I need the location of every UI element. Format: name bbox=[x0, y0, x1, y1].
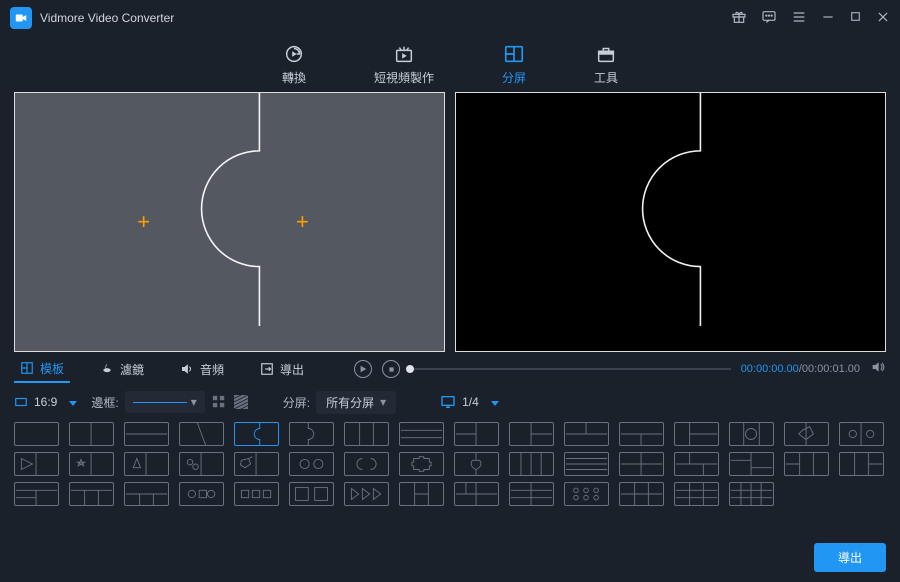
export-button[interactable]: 導出 bbox=[814, 543, 886, 572]
bottom-tabs: 模板 濾鏡 音頻 導出 00:00:00.00/00:00:01.00 bbox=[0, 352, 900, 384]
template-item[interactable] bbox=[784, 422, 829, 446]
preview-canvas bbox=[455, 92, 886, 352]
template-item[interactable] bbox=[344, 422, 389, 446]
template-item[interactable] bbox=[69, 482, 114, 506]
template-item[interactable] bbox=[454, 422, 499, 446]
close-icon[interactable] bbox=[876, 10, 890, 27]
titlebar: Vidmore Video Converter bbox=[0, 0, 900, 36]
border-label: 邊框: bbox=[91, 394, 118, 411]
nav-mv[interactable]: 短視頻製作 bbox=[364, 39, 444, 90]
split-filter-selector[interactable]: 所有分屏▾ bbox=[316, 391, 396, 414]
template-item[interactable] bbox=[839, 452, 884, 476]
template-item[interactable] bbox=[399, 482, 444, 506]
tab-filter-label: 濾鏡 bbox=[120, 361, 144, 378]
template-item[interactable] bbox=[784, 452, 829, 476]
template-item[interactable] bbox=[124, 482, 169, 506]
template-item[interactable] bbox=[344, 452, 389, 476]
gift-icon[interactable] bbox=[731, 9, 747, 28]
nav-toolbox[interactable]: 工具 bbox=[584, 39, 628, 90]
border-pattern-icon[interactable] bbox=[233, 394, 249, 410]
screen-count-selector[interactable]: 1/4 bbox=[440, 395, 499, 409]
add-media-right[interactable]: + bbox=[296, 209, 309, 235]
template-item[interactable] bbox=[399, 452, 444, 476]
nav-convert-label: 轉換 bbox=[282, 69, 306, 86]
template-item[interactable] bbox=[179, 422, 224, 446]
main-area: + + bbox=[0, 92, 900, 352]
template-item[interactable] bbox=[509, 422, 554, 446]
template-item[interactable] bbox=[509, 482, 554, 506]
tab-template[interactable]: 模板 bbox=[14, 356, 70, 383]
app-logo bbox=[10, 7, 32, 29]
app-title: Vidmore Video Converter bbox=[40, 11, 174, 25]
timecode: 00:00:00.00/00:00:01.00 bbox=[741, 363, 860, 375]
template-item[interactable] bbox=[729, 422, 774, 446]
template-item[interactable] bbox=[124, 422, 169, 446]
nav-collage-label: 分屏 bbox=[502, 69, 526, 86]
template-item[interactable] bbox=[564, 482, 609, 506]
template-item[interactable] bbox=[179, 452, 224, 476]
nav-mv-label: 短視頻製作 bbox=[374, 69, 434, 86]
template-item[interactable] bbox=[234, 482, 279, 506]
template-grid bbox=[0, 420, 900, 506]
template-item[interactable] bbox=[14, 422, 59, 446]
template-item[interactable] bbox=[509, 452, 554, 476]
template-item[interactable] bbox=[729, 482, 774, 506]
volume-icon[interactable] bbox=[870, 359, 886, 380]
menu-icon[interactable] bbox=[791, 9, 807, 28]
aspect-ratio-selector[interactable]: 16:9 bbox=[14, 395, 77, 409]
template-item[interactable] bbox=[564, 452, 609, 476]
play-button[interactable] bbox=[354, 360, 372, 378]
template-item[interactable] bbox=[619, 422, 664, 446]
template-item[interactable] bbox=[124, 452, 169, 476]
add-media-left[interactable]: + bbox=[137, 209, 150, 235]
top-nav: 轉換 短視頻製作 分屏 工具 bbox=[0, 36, 900, 92]
template-item[interactable] bbox=[14, 482, 59, 506]
tab-export[interactable]: 導出 bbox=[254, 357, 310, 382]
template-item[interactable] bbox=[399, 422, 444, 446]
border-style-selector[interactable]: ▾ bbox=[125, 391, 205, 413]
border-color-icon[interactable] bbox=[211, 394, 227, 410]
template-item[interactable] bbox=[619, 482, 664, 506]
maximize-icon[interactable] bbox=[849, 10, 862, 26]
template-item[interactable] bbox=[454, 452, 499, 476]
template-item[interactable] bbox=[344, 482, 389, 506]
template-item[interactable] bbox=[179, 482, 224, 506]
stop-button[interactable] bbox=[382, 360, 400, 378]
edit-canvas[interactable]: + + bbox=[14, 92, 445, 352]
template-item[interactable] bbox=[564, 422, 609, 446]
split-label: 分屏: bbox=[283, 394, 310, 411]
template-item[interactable] bbox=[69, 422, 114, 446]
tab-audio-label: 音頻 bbox=[200, 361, 224, 378]
tab-audio[interactable]: 音頻 bbox=[174, 357, 230, 382]
nav-convert[interactable]: 轉換 bbox=[272, 39, 316, 90]
template-item[interactable] bbox=[729, 452, 774, 476]
feedback-icon[interactable] bbox=[761, 9, 777, 28]
template-item[interactable] bbox=[289, 422, 334, 446]
template-item[interactable] bbox=[674, 482, 719, 506]
template-item[interactable] bbox=[14, 452, 59, 476]
nav-collage[interactable]: 分屏 bbox=[492, 39, 536, 90]
tab-filter[interactable]: 濾鏡 bbox=[94, 357, 150, 382]
timeline-slider[interactable] bbox=[410, 368, 731, 370]
template-item[interactable] bbox=[289, 452, 334, 476]
template-item[interactable] bbox=[839, 422, 884, 446]
template-item[interactable] bbox=[674, 452, 719, 476]
options-bar: 16:9 邊框: ▾ 分屏: 所有分屏▾ 1/4 bbox=[0, 384, 900, 420]
tab-template-label: 模板 bbox=[40, 360, 64, 377]
template-item[interactable] bbox=[674, 422, 719, 446]
template-item[interactable] bbox=[289, 482, 334, 506]
nav-toolbox-label: 工具 bbox=[594, 69, 618, 86]
minimize-icon[interactable] bbox=[821, 10, 835, 27]
template-item[interactable] bbox=[234, 422, 279, 446]
template-item[interactable] bbox=[69, 452, 114, 476]
template-item[interactable] bbox=[234, 452, 279, 476]
template-item[interactable] bbox=[454, 482, 499, 506]
template-item[interactable] bbox=[619, 452, 664, 476]
tab-export-label: 導出 bbox=[280, 361, 304, 378]
